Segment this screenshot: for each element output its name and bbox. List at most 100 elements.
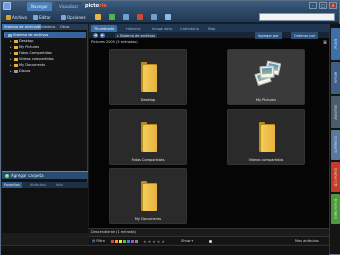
tab-thumbnails-label: Thumbnails [94,26,115,31]
add-folder-label: Agregar carpeta [11,173,44,178]
chevron-right-icon[interactable]: ▸ [10,39,13,43]
chevron-right-icon[interactable]: ▸ [10,69,13,73]
filter-label: Filtro [96,239,105,243]
menu-opciones-label: Opciones [67,14,86,20]
tile-desktop[interactable]: Desktop [109,49,187,105]
filter-button[interactable]: ▤ Filtro [92,238,105,244]
folder-icon [14,45,18,49]
more-attributes-label: Mas atributos [295,239,319,243]
color-filter[interactable] [111,238,138,244]
file-icon [6,14,11,20]
chevron-right-icon[interactable]: ▸ [10,63,13,67]
computer-icon [8,33,12,37]
toolbar: Archivo Editar Opciones [1,11,339,23]
rail-tab-imprimir[interactable]: Imprimir [331,96,340,128]
menu-editar[interactable]: Editar [31,13,53,21]
tile-my-documents[interactable]: My Documents [109,168,187,224]
rating-filter[interactable]: ★ ★ ★ ★ ★ [143,238,165,244]
close-button[interactable]: ✕ [329,2,337,9]
add-folder-button[interactable]: + Agregar carpeta [2,171,88,179]
tab-calendario[interactable]: Calendario [177,25,202,32]
photos-icon [254,58,282,94]
right-action-rail: Editar Album Imprimir Compartir Grabar C… [329,24,340,254]
toggle-dot-icon [209,239,212,243]
chevron-right-icon[interactable]: ▸ [10,45,13,49]
chevron-down-icon[interactable]: ▾ [4,33,7,37]
show-filter[interactable]: Show ▾ [181,238,193,244]
rail-tab-compartir[interactable]: Compartir [331,130,340,160]
breadcrumb[interactable]: ▸ Sistema de archivos [115,33,158,38]
maximize-button[interactable]: □ [319,2,327,9]
tab-navegar[interactable]: Navegar [27,2,52,11]
tab-otros[interactable]: Otros [58,24,71,30]
import-icon[interactable] [109,14,115,20]
chevron-right-icon[interactable]: ▸ [10,51,13,55]
status-bar: Descendiente (1 entrada) [89,228,329,234]
tree-item-label: My Documents [19,63,46,67]
app-window: Navegar Visualizar pictoria – □ ✕ Archiv… [0,0,340,255]
menu-archivo[interactable]: Archivo [4,13,29,21]
tab-visualizar[interactable]: Visualizar [55,2,83,11]
dropdown-arrow-icon: ▾ [191,239,194,243]
folder-icon [141,181,157,211]
tab-map[interactable]: Map [205,25,218,32]
menu-opciones[interactable]: Opciones [59,13,88,21]
sort-by-label: Ordenar por [294,33,316,38]
print-icon[interactable] [151,14,157,20]
tree-item-discos[interactable]: ▸ Discos [4,68,86,74]
color-chip-orange[interactable] [115,239,118,243]
star-icon[interactable]: ★ [157,239,161,244]
color-chip-purple[interactable] [131,239,134,243]
slideshow-icon[interactable] [123,14,129,20]
filter-icon: ▤ [92,239,96,243]
email-icon[interactable] [165,14,171,20]
color-chip-green[interactable] [123,239,126,243]
folder-icon[interactable] [95,14,101,20]
color-chip-yellow[interactable] [119,239,122,243]
rail-tab-editar[interactable]: Editar [331,28,340,60]
favorites-panel [2,188,88,233]
brand-logo: pictoria [85,3,107,9]
tile-fotos-compartidas[interactable]: Fotos Compartidas [109,109,187,165]
star-icon[interactable]: ★ [152,239,156,244]
drive-icon [14,69,18,73]
breadcrumb-label: Sistema de archivos [119,33,156,38]
show-label: Show [181,239,191,243]
plus-icon: + [5,172,9,178]
color-chip-blue[interactable] [127,239,130,243]
back-arrow-icon[interactable]: ◀ [93,33,98,38]
rail-tab-grabar-cd[interactable]: Grabar CD [331,162,340,192]
tile-label: My Documents [134,217,162,221]
forward-arrow-icon[interactable]: ▶ [100,33,105,38]
app-logo-icon[interactable] [3,2,11,10]
color-chip-red[interactable] [111,239,114,243]
tree-root-label: Sistema de archivos [13,33,49,37]
tab-image-data[interactable]: Image data [149,25,175,32]
filter-bar: ▤ Filtro ★ ★ ★ ★ ★ Show ▾ Mas atributos [89,236,329,244]
rail-tab-enviar-web[interactable]: Enviar Web [331,194,340,224]
folder-icon [141,62,157,92]
search-input[interactable] [259,13,335,21]
rail-tab-album[interactable]: Album [331,62,340,94]
minimize-button[interactable]: – [309,2,317,9]
tile-my-pictures[interactable]: My Pictures [227,49,305,105]
tree-item-label: Vídeos compartidos [19,57,54,61]
star-icon[interactable]: ★ [148,239,152,244]
tab-thumbnails[interactable]: Thumbnails [91,25,118,32]
color-chip-gray[interactable] [135,239,138,243]
group-by-button[interactable]: Agregar por [255,32,282,39]
folder-icon [14,51,18,55]
tab-historial[interactable]: Historial [123,25,143,32]
star-icon[interactable]: ★ [143,239,147,244]
sort-by-button[interactable]: Ordenar por [291,32,319,39]
more-attributes-button[interactable]: Mas atributos [295,238,319,244]
tab-biblioteca[interactable]: Biblioteca [36,24,57,30]
scroll-up-icon[interactable]: ▲ [323,40,327,44]
star-icon[interactable]: ★ [161,239,165,244]
tree-item-label: Discos [19,69,31,73]
toggle-indicator[interactable] [209,238,212,244]
rotate-icon[interactable] [137,14,143,20]
tile-videos-compartidos[interactable]: Vídeos compartidos [227,109,305,165]
tile-label: Desktop [140,98,156,102]
chevron-right-icon[interactable]: ▸ [10,57,13,61]
